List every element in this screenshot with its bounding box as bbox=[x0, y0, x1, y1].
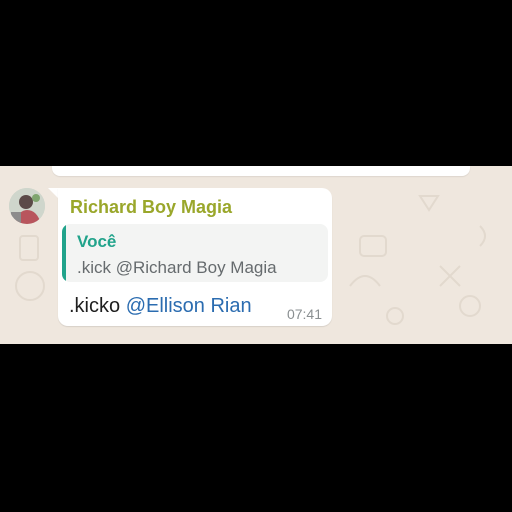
quoted-text: .kick @Richard Boy Magia bbox=[77, 258, 277, 277]
sender-name[interactable]: Richard Boy Magia bbox=[70, 197, 232, 218]
sender-avatar[interactable] bbox=[9, 188, 45, 224]
message-timestamp: 07:41 bbox=[286, 306, 322, 322]
previous-message-bubble-edge bbox=[52, 166, 470, 176]
message-text-line: .kicko @Ellison Rian bbox=[69, 295, 252, 318]
screenshot-frame: Richard Boy Magia Você .kick @Richard Bo… bbox=[0, 0, 512, 512]
mention-link[interactable]: @Ellison Rian bbox=[126, 295, 252, 317]
avatar-photo-icon bbox=[9, 188, 45, 224]
message-bubble[interactable]: Richard Boy Magia Você .kick @Richard Bo… bbox=[58, 188, 332, 326]
chat-area: Richard Boy Magia Você .kick @Richard Bo… bbox=[0, 166, 512, 344]
quoted-author: Você bbox=[77, 232, 117, 251]
quoted-message[interactable]: Você .kick @Richard Boy Magia bbox=[62, 224, 328, 282]
message-text: .kicko bbox=[69, 295, 121, 317]
quote-accent-bar bbox=[62, 224, 66, 282]
